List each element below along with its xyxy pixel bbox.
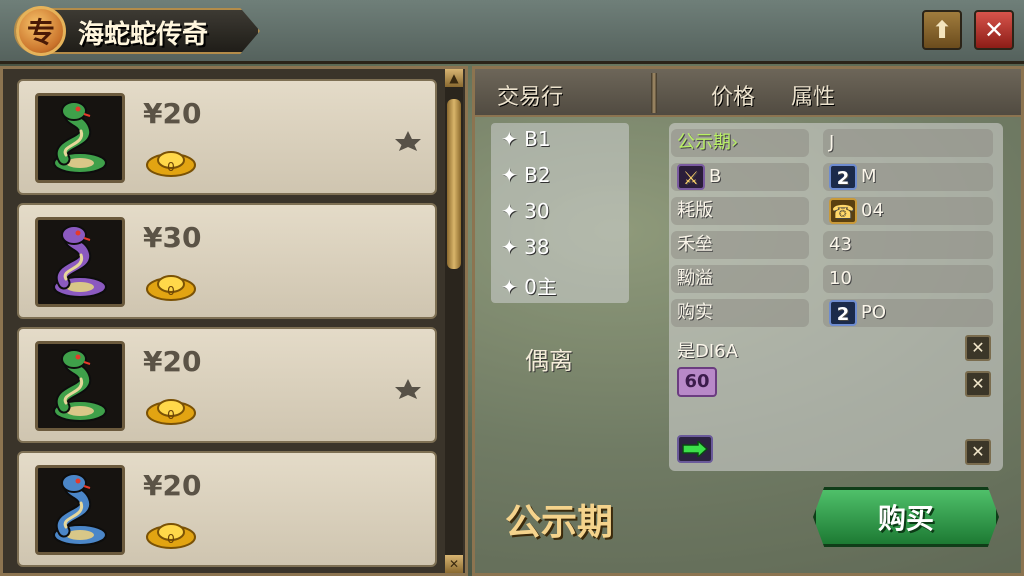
- attr-value: 10: [823, 265, 993, 293]
- item-price: ¥20: [143, 469, 202, 502]
- green-arrow-icon[interactable]: [677, 435, 713, 463]
- attr-name-row: ⚔ B: [671, 163, 809, 191]
- attr-value: M: [861, 166, 877, 187]
- attr-name: 黝溢: [671, 265, 809, 293]
- scroll-down-icon[interactable]: ✕: [445, 555, 463, 573]
- level-badge: 2: [829, 300, 857, 326]
- snake-icon: [35, 217, 125, 307]
- category-item[interactable]: ✦ 38: [501, 235, 550, 259]
- list-item[interactable]: ¥20 0: [17, 79, 437, 195]
- attr-value: J: [823, 129, 993, 157]
- close-button[interactable]: ✕: [974, 10, 1014, 50]
- close-icon: ✕: [983, 16, 1005, 44]
- gold-ingot-icon: 0: [146, 523, 196, 549]
- scroll-up-icon[interactable]: ▲: [445, 69, 463, 87]
- buy-button[interactable]: 购买: [813, 487, 999, 547]
- column-price[interactable]: 价格: [711, 79, 755, 111]
- favorite-mark-icon[interactable]: [395, 131, 421, 151]
- column-attributes[interactable]: 属性: [791, 79, 835, 111]
- attr-name: 公示期›: [671, 129, 809, 157]
- scroll-thumb[interactable]: [447, 99, 461, 269]
- attr-name: 耗版: [671, 197, 809, 225]
- category-item[interactable]: ✦ B1: [501, 127, 551, 151]
- phone-icon: ☎: [829, 198, 857, 224]
- attr-value-row: 2 PO: [823, 299, 993, 327]
- favorite-mark-icon[interactable]: [395, 379, 421, 399]
- category-item[interactable]: ✦ 30: [501, 199, 550, 223]
- category-list: ✦ B1 ✦ B2 ✦ 30 ✦ 38 ✦ 0主: [491, 123, 629, 303]
- remove-icon[interactable]: ✕: [965, 371, 991, 397]
- header-divider: [651, 73, 657, 113]
- ingot-count: 0: [167, 284, 175, 298]
- detail-header: 交易行 价格 属性: [475, 69, 1021, 117]
- attr-note: 是DI6A: [677, 341, 738, 362]
- ingot-count: 0: [167, 532, 175, 546]
- attribute-panel: 公示期› J ⚔ B 2M 耗版 ☎ 04 禾垒 43 黝溢 10 购实 2 PO 是…: [669, 123, 1003, 471]
- item-price: ¥30: [143, 221, 202, 254]
- ingot-count: 0: [167, 160, 175, 174]
- attr-value-row: ☎ 04: [823, 197, 993, 225]
- sword-icon: ⚔: [677, 164, 705, 190]
- ingot-count: 0: [167, 408, 175, 422]
- item-list-panel: ¥20 0 ¥30 0 ¥20 0 ¥20 0 ▲ ✕: [0, 66, 468, 576]
- gold-ingot-icon: 0: [146, 399, 196, 425]
- arrow-up-icon: ⬆: [931, 16, 953, 44]
- remove-icon[interactable]: ✕: [965, 439, 991, 465]
- side-label: 偶离: [525, 347, 573, 375]
- scrollbar[interactable]: ▲ ✕: [445, 69, 463, 573]
- list-item[interactable]: ¥30 0: [17, 203, 437, 319]
- detail-panel: 交易行 价格 属性 ✦ B1 ✦ B2 ✦ 30 ✦ 38 ✦ 0主 偶离 公示…: [472, 66, 1024, 576]
- snake-icon: [35, 341, 125, 431]
- title-bar: 专 海蛇蛇传奇 ⬆ ✕: [0, 0, 1024, 64]
- attr-value: 43: [823, 231, 993, 259]
- attr-name: 购实: [671, 299, 809, 327]
- public-period-label: 公示期: [505, 502, 614, 543]
- count-badge: 60: [677, 367, 717, 397]
- item-price: ¥20: [143, 345, 202, 378]
- attr-name: 禾垒: [671, 231, 809, 259]
- title-badge-icon: 专: [16, 6, 66, 56]
- gold-ingot-icon: 0: [146, 151, 196, 177]
- tab-market[interactable]: 交易行: [497, 79, 563, 111]
- category-item[interactable]: ✦ 0主: [501, 271, 557, 300]
- page-title: 海蛇蛇传奇: [78, 20, 209, 50]
- item-price: ¥20: [143, 97, 202, 130]
- gold-ingot-icon: 0: [146, 275, 196, 301]
- attr-name: B: [709, 166, 722, 187]
- arrow-up-button[interactable]: ⬆: [922, 10, 962, 50]
- level-badge: 2: [829, 164, 857, 190]
- attr-value-row: 2M: [823, 163, 993, 191]
- attr-value: PO: [861, 302, 887, 323]
- snake-icon: [35, 465, 125, 555]
- remove-icon[interactable]: ✕: [965, 335, 991, 361]
- list-item[interactable]: ¥20 0: [17, 451, 437, 567]
- category-item[interactable]: ✦ B2: [501, 163, 551, 187]
- list-item[interactable]: ¥20 0: [17, 327, 437, 443]
- snake-icon: [35, 93, 125, 183]
- attr-value: 04: [861, 200, 884, 221]
